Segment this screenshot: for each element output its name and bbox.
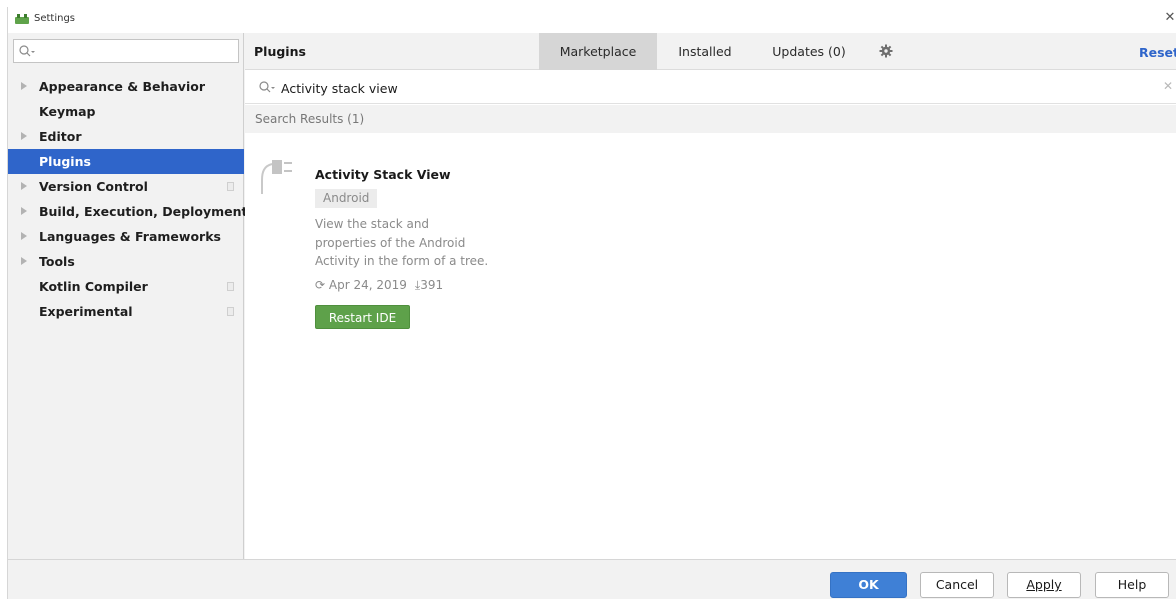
expand-arrow-icon[interactable] — [21, 182, 27, 190]
title-bar: Settings ✕ — [8, 7, 1176, 33]
plugin-downloads-count: 391 — [420, 278, 444, 292]
sidebar-item-build-execution-deployment[interactable]: Build, Execution, Deployment — [8, 199, 248, 224]
plugin-card[interactable]: Activity Stack View Android View the sta… — [245, 133, 1176, 333]
sidebar-item-experimental[interactable]: Experimental — [8, 299, 244, 324]
plugin-downloads: ⤓391 — [415, 278, 443, 293]
android-studio-icon — [15, 14, 29, 24]
tab-marketplace[interactable]: Marketplace — [539, 33, 657, 70]
tab-installed[interactable]: Installed — [657, 33, 753, 70]
sidebar-item-languages-frameworks[interactable]: Languages & Frameworks — [8, 224, 244, 249]
apply-button-label: Apply — [1026, 577, 1062, 592]
sidebar-item-label: Experimental — [39, 304, 133, 319]
sidebar-item-label: Version Control — [39, 179, 148, 194]
settings-window: Settings ✕ Appearance & Behavior Keymap Ed… — [7, 7, 1176, 599]
sidebar-item-appearance-behavior[interactable]: Appearance & Behavior — [8, 74, 244, 99]
apply-button[interactable]: Apply — [1007, 572, 1081, 598]
plugin-meta: ⟳ Apr 24, 2019 ⤓391 — [315, 278, 443, 293]
sidebar-item-plugins[interactable]: Plugins — [8, 149, 244, 174]
plugin-name[interactable]: Activity Stack View — [315, 167, 451, 182]
dialog-footer: OK Cancel Apply Help — [8, 559, 1176, 599]
expand-arrow-icon[interactable] — [21, 207, 27, 215]
sidebar-item-tools[interactable]: Tools — [8, 249, 244, 274]
sidebar-item-keymap[interactable]: Keymap — [8, 99, 244, 124]
search-icon — [19, 45, 35, 57]
search-icon — [259, 81, 275, 93]
help-button[interactable]: Help — [1095, 572, 1169, 598]
sidebar-item-label: Languages & Frameworks — [39, 229, 221, 244]
sidebar-item-label: Build, Execution, Deployment — [39, 204, 248, 219]
window-title: Settings — [34, 13, 76, 24]
reset-link[interactable]: Reset — [1139, 45, 1176, 60]
page-title: Plugins — [254, 44, 306, 59]
sidebar-item-label: Tools — [39, 254, 75, 269]
plugin-search-input[interactable] — [281, 78, 1141, 98]
plugin-icon — [261, 160, 292, 194]
expand-arrow-icon[interactable] — [21, 257, 27, 265]
search-results-label: Search Results (1) — [255, 112, 365, 126]
plugin-tag[interactable]: Android — [315, 189, 378, 208]
expand-arrow-icon[interactable] — [21, 232, 27, 240]
restart-ide-button[interactable]: Restart IDE — [315, 305, 410, 329]
sidebar-item-label: Plugins — [39, 154, 91, 169]
clear-search-icon[interactable]: ✕ — [1163, 79, 1173, 93]
cancel-button[interactable]: Cancel — [920, 572, 994, 598]
ok-button[interactable]: OK — [830, 572, 907, 598]
sidebar-item-label: Keymap — [39, 104, 96, 119]
plugin-date-text: Apr 24, 2019 — [328, 278, 407, 292]
plugin-search-bar[interactable]: ✕ — [245, 71, 1176, 104]
search-results-header: Search Results (1) — [245, 105, 1176, 133]
project-scope-icon — [227, 307, 234, 316]
sidebar-item-label: Editor — [39, 129, 82, 144]
sidebar-item-label: Appearance & Behavior — [39, 79, 205, 94]
sidebar-item-label: Kotlin Compiler — [39, 279, 148, 294]
plugins-panel: Plugins Marketplace Installed Updates (0… — [245, 33, 1176, 559]
gear-icon[interactable] — [879, 44, 893, 58]
sidebar-search[interactable] — [13, 39, 239, 63]
refresh-icon: ⟳ — [315, 278, 326, 292]
sidebar-item-kotlin-compiler[interactable]: Kotlin Compiler — [8, 274, 244, 299]
expand-arrow-icon[interactable] — [21, 132, 27, 140]
sidebar-search-input[interactable] — [36, 42, 234, 60]
tab-updates[interactable]: Updates (0) — [753, 33, 865, 70]
close-icon[interactable]: ✕ — [1163, 10, 1176, 25]
plugins-toolbar: Plugins Marketplace Installed Updates (0… — [245, 33, 1176, 70]
expand-arrow-icon[interactable] — [21, 82, 27, 90]
project-scope-icon — [227, 182, 234, 191]
project-scope-icon — [227, 282, 234, 291]
sidebar-item-version-control[interactable]: Version Control — [8, 174, 244, 199]
plugin-date: ⟳ Apr 24, 2019 — [315, 278, 407, 293]
plugin-description: View the stack and properties of the And… — [315, 217, 489, 268]
sidebar-item-editor[interactable]: Editor — [8, 124, 244, 149]
settings-sidebar: Appearance & Behavior Keymap Editor Plugins… — [8, 33, 248, 559]
settings-tree: Appearance & Behavior Keymap Editor Plugins… — [8, 74, 248, 324]
